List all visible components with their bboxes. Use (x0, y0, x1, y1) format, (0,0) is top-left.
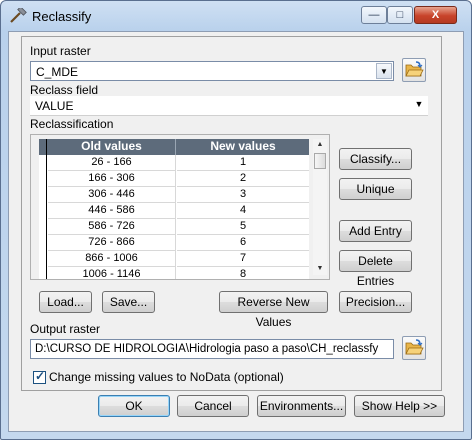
maximize-icon: □ (396, 9, 404, 21)
new-value-cell[interactable]: 7 (177, 251, 309, 267)
close-button[interactable]: X (414, 6, 457, 24)
table-header: Old values New values (39, 139, 309, 155)
row-selector[interactable] (39, 187, 47, 203)
new-value-cell[interactable]: 8 (177, 267, 309, 279)
folder-open-icon (405, 339, 424, 355)
close-icon: X (431, 9, 440, 21)
row-selector[interactable] (39, 267, 47, 279)
minimize-icon: — (368, 9, 380, 21)
precision-button[interactable]: Precision... (339, 291, 412, 313)
old-value-cell[interactable]: 446 - 586 (48, 203, 176, 219)
output-raster-input[interactable]: D:\CURSO DE HIDROLOGIA\Hidrologia paso a… (30, 339, 394, 359)
chevron-down-icon[interactable]: ▼ (376, 63, 392, 79)
reclass-field-combo[interactable]: VALUE ▼ (30, 96, 428, 116)
reverse-new-values-button[interactable]: Reverse New Values (219, 291, 328, 329)
scroll-thumb[interactable] (314, 153, 326, 169)
new-value-cell[interactable]: 1 (177, 155, 309, 171)
output-raster-label: Output raster (30, 322, 101, 336)
checkmark-icon: ✓ (35, 369, 46, 383)
missing-nodata-checkbox[interactable]: ✓ (33, 369, 46, 384)
table-row[interactable]: 726 - 866 6 (39, 235, 309, 251)
environments-button[interactable]: Environments... (257, 395, 346, 417)
reclass-field-label: Reclass field (30, 83, 99, 97)
folder-open-icon (405, 61, 424, 77)
old-value-cell[interactable]: 166 - 306 (48, 171, 176, 187)
open-output-button[interactable] (402, 336, 426, 360)
scroll-down-icon[interactable]: ▼ (313, 263, 327, 275)
row-selector[interactable] (39, 219, 47, 235)
ok-button[interactable]: OK (98, 395, 170, 417)
reclass-field-value: VALUE (35, 99, 74, 113)
scroll-up-icon[interactable]: ▲ (313, 139, 327, 151)
hammer-icon (10, 8, 27, 23)
input-raster-value: C_MDE (36, 65, 79, 79)
cancel-button[interactable]: Cancel (177, 395, 249, 417)
table-row[interactable]: 1006 - 1146 8 (39, 267, 309, 279)
window-title: Reclassify (32, 9, 92, 24)
show-help-button[interactable]: Show Help >> (354, 395, 445, 417)
table-row[interactable]: 586 - 726 5 (39, 219, 309, 235)
reclassification-label: Reclassification (30, 117, 114, 131)
new-value-cell[interactable]: 2 (177, 171, 309, 187)
table-row[interactable]: 166 - 306 2 (39, 171, 309, 187)
row-selector[interactable] (39, 235, 47, 251)
reclassification-table-box: Old values New values 26 - 166 1 166 - 30… (30, 134, 330, 280)
old-value-cell[interactable]: 866 - 1006 (48, 251, 176, 267)
add-entry-button[interactable]: Add Entry (339, 220, 412, 242)
row-selector[interactable] (39, 251, 47, 267)
save-button[interactable]: Save... (102, 291, 155, 313)
unique-button[interactable]: Unique (339, 178, 412, 200)
table-row[interactable]: 866 - 1006 7 (39, 251, 309, 267)
open-input-button[interactable] (402, 58, 426, 82)
row-header-corner (39, 139, 47, 155)
old-value-cell[interactable]: 306 - 446 (48, 187, 176, 203)
title-bar[interactable]: Reclassify — □ X (1, 1, 471, 31)
output-raster-value: D:\CURSO DE HIDROLOGIA\Hidrologia paso a… (35, 343, 379, 355)
minimize-button[interactable]: — (361, 6, 387, 24)
column-header-old[interactable]: Old values (48, 139, 176, 155)
new-value-cell[interactable]: 3 (177, 187, 309, 203)
load-button[interactable]: Load... (39, 291, 92, 313)
new-value-cell[interactable]: 5 (177, 219, 309, 235)
delete-entries-button[interactable]: Delete Entries (339, 250, 412, 288)
table-scrollbar[interactable]: ▲ ▼ (313, 139, 327, 275)
new-value-cell[interactable]: 4 (177, 203, 309, 219)
old-value-cell[interactable]: 26 - 166 (48, 155, 176, 171)
old-value-cell[interactable]: 586 - 726 (48, 219, 176, 235)
table-row[interactable]: 446 - 586 4 (39, 203, 309, 219)
row-selector[interactable] (39, 155, 47, 171)
input-raster-label: Input raster (30, 44, 91, 58)
maximize-button[interactable]: □ (387, 6, 413, 24)
column-header-new[interactable]: New values (177, 139, 309, 155)
table-row[interactable]: 306 - 446 3 (39, 187, 309, 203)
table-row[interactable]: 26 - 166 1 (39, 155, 309, 171)
chevron-down-icon[interactable]: ▼ (411, 97, 427, 113)
old-value-cell[interactable]: 1006 - 1146 (48, 267, 176, 279)
missing-nodata-label[interactable]: Change missing values to NoData (optiona… (49, 370, 284, 384)
classify-button[interactable]: Classify... (339, 148, 412, 170)
row-selector[interactable] (39, 203, 47, 219)
old-value-cell[interactable]: 726 - 866 (48, 235, 176, 251)
row-selector[interactable] (39, 171, 47, 187)
input-raster-combo[interactable]: C_MDE ▼ (30, 61, 394, 81)
new-value-cell[interactable]: 6 (177, 235, 309, 251)
